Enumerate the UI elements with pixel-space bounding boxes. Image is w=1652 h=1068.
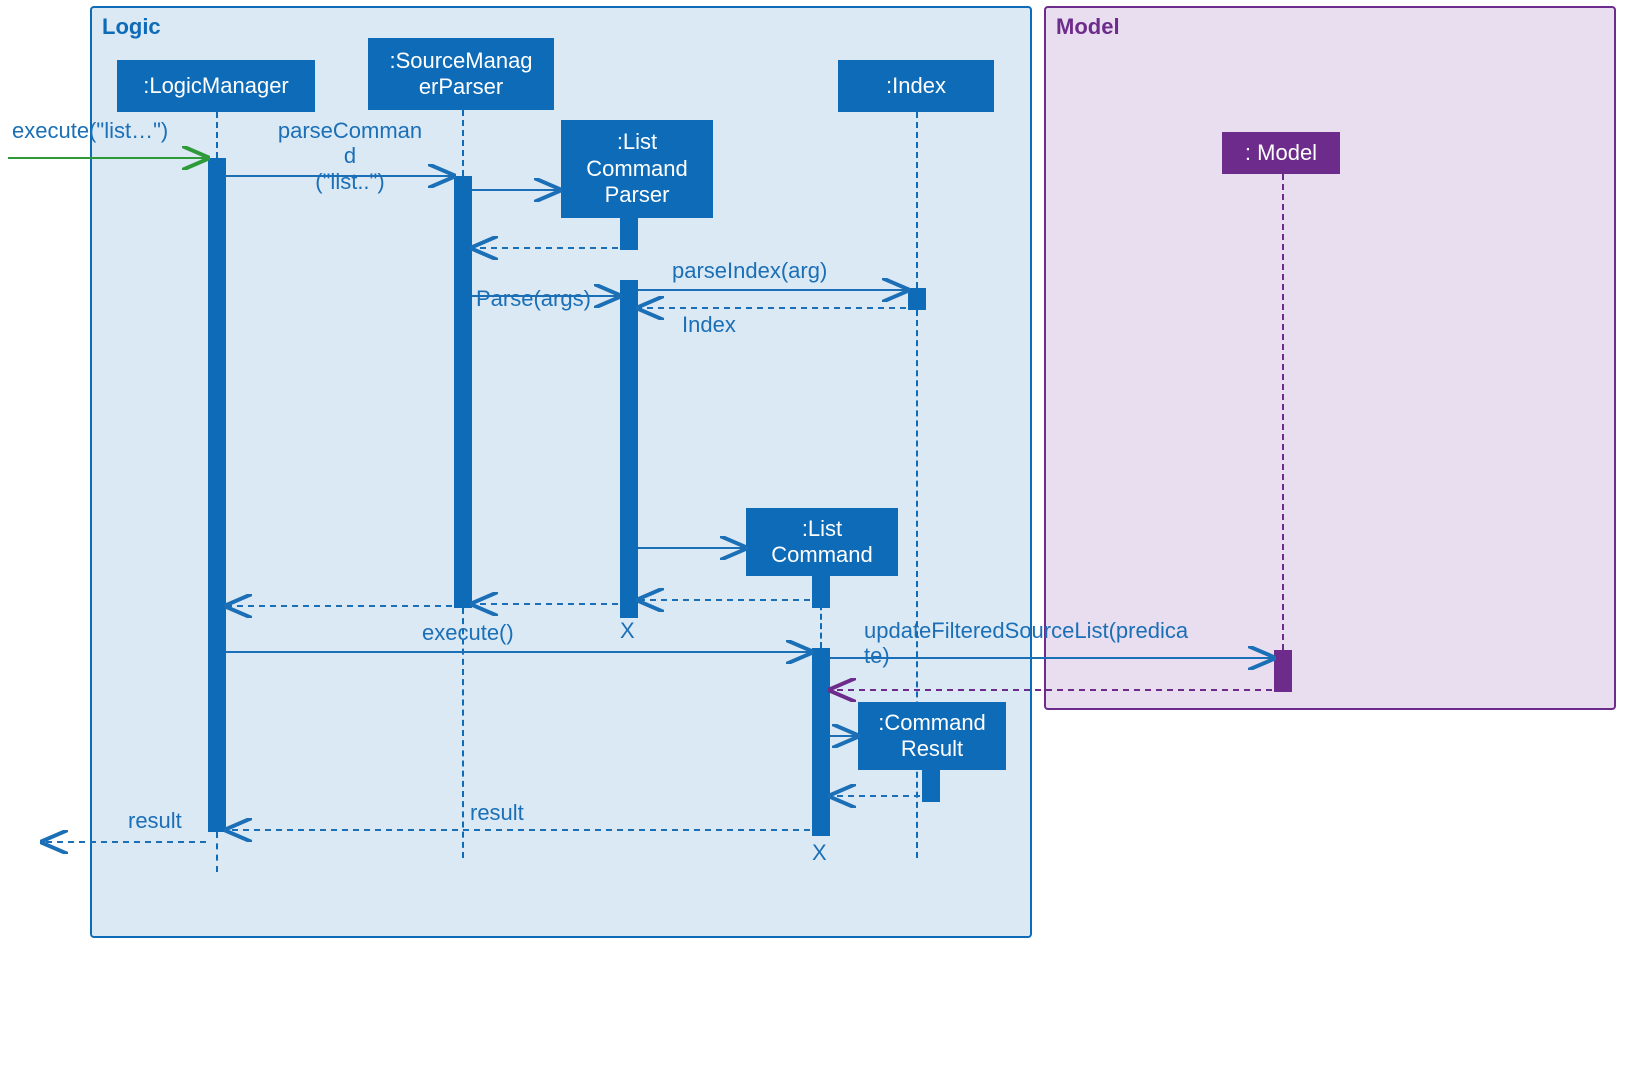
lifeline-logic-manager-bottom xyxy=(216,832,218,872)
participant-label: : Model xyxy=(1245,140,1317,166)
msg-parse-args: Parse(args) xyxy=(476,286,591,311)
activation-lcparser-1 xyxy=(620,218,638,250)
participant-model: : Model xyxy=(1222,132,1340,174)
destroy-lcparser: X xyxy=(620,618,635,644)
participant-logic-manager: :LogicManager xyxy=(117,60,315,112)
lifeline-smparser-bottom xyxy=(462,608,464,858)
lifeline-model-top xyxy=(1282,174,1284,650)
participant-source-manager-parser: :SourceManag erParser xyxy=(368,38,554,110)
participant-label: :SourceManag erParser xyxy=(389,48,532,101)
activation-listcommand-1 xyxy=(812,576,830,608)
msg-execute-call: execute() xyxy=(422,620,514,645)
msg-parse-index: parseIndex(arg) xyxy=(672,258,827,283)
participant-command-result: :Command Result xyxy=(858,702,1006,770)
activation-lcparser-2 xyxy=(620,280,638,618)
msg-update-filtered: updateFilteredSourceList(predica te) xyxy=(864,618,1244,669)
destroy-listcommand: X xyxy=(812,840,827,866)
lifeline-index-bottom xyxy=(916,310,918,858)
logic-frame-label: Logic xyxy=(102,14,161,40)
participant-label: :LogicManager xyxy=(143,73,289,99)
participant-label: :List Command Parser xyxy=(586,129,687,208)
activation-model xyxy=(1274,650,1292,692)
model-frame-label: Model xyxy=(1056,14,1120,40)
participant-label: :List Command xyxy=(771,516,872,569)
activation-listcommand-2 xyxy=(812,648,830,836)
participant-label: :Index xyxy=(886,73,946,99)
activation-smparser xyxy=(454,176,472,608)
msg-parse-command: parseComman d ("list..") xyxy=(270,118,430,194)
lifeline-index-top xyxy=(916,112,918,288)
msg-index-return: Index xyxy=(682,312,736,337)
activation-index xyxy=(908,288,926,310)
lifeline-smparser-top xyxy=(462,110,464,176)
participant-label: :Command Result xyxy=(878,710,986,763)
activation-logic-manager xyxy=(208,158,226,832)
participant-index: :Index xyxy=(838,60,994,112)
participant-list-command: :List Command xyxy=(746,508,898,576)
msg-result-out: result xyxy=(128,808,182,833)
model-frame: Model xyxy=(1044,6,1616,710)
participant-list-command-parser: :List Command Parser xyxy=(561,120,713,218)
activation-commandresult xyxy=(922,770,940,802)
msg-result-return: result xyxy=(470,800,524,825)
msg-execute-in: execute("list…") xyxy=(12,118,168,143)
lifeline-logic-manager-top xyxy=(216,112,218,158)
